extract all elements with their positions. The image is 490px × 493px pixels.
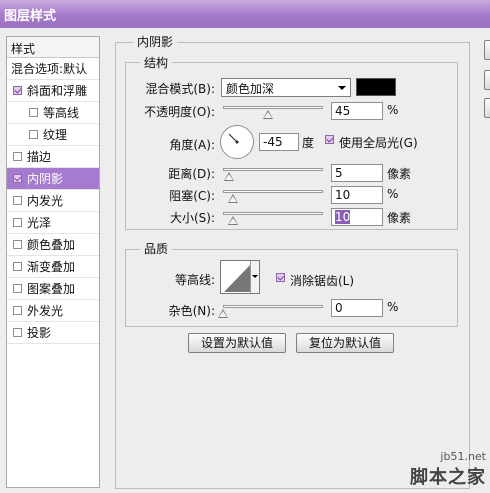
size-unit: 像素 <box>387 211 412 225</box>
noise-unit: % <box>387 300 399 314</box>
style-item[interactable]: 投影 <box>7 322 99 344</box>
chevron-down-icon <box>338 86 346 90</box>
contour-curve-icon <box>224 263 252 292</box>
choke-slider-thumb[interactable] <box>228 194 238 203</box>
opacity-label: 不透明度(O): <box>144 105 215 119</box>
choke-input[interactable]: 10 <box>331 186 383 204</box>
contour-label: 等高线: <box>174 273 215 287</box>
distance-label: 距离(D): <box>168 167 215 181</box>
style-item-label: 描边 <box>27 150 52 164</box>
blend-mode-select[interactable]: 颜色加深 <box>221 78 351 97</box>
style-item-checkbox[interactable] <box>13 284 22 293</box>
noise-label: 杂色(N): <box>168 304 215 318</box>
distance-slider-track[interactable] <box>223 168 323 171</box>
size-slider-track[interactable] <box>223 212 323 215</box>
style-item-checkbox[interactable] <box>13 306 22 315</box>
style-item-label: 等高线 <box>43 106 80 120</box>
size-value-selected: 10 <box>335 210 351 224</box>
size-input[interactable]: 10 <box>331 208 383 226</box>
cancel-button-partial[interactable] <box>484 70 490 90</box>
choke-unit: % <box>387 187 399 201</box>
style-item[interactable]: 渐变叠加 <box>7 256 99 278</box>
style-item-checkbox[interactable] <box>13 174 22 183</box>
dialog-title-bar[interactable]: 图层样式 <box>0 0 490 28</box>
style-item-label: 内阴影 <box>27 172 64 186</box>
style-item-label: 斜面和浮雕 <box>27 84 88 98</box>
style-item-checkbox[interactable] <box>29 108 38 117</box>
style-item-checkbox[interactable] <box>13 152 22 161</box>
distance-slider-thumb[interactable] <box>224 172 234 181</box>
style-item[interactable]: 内发光 <box>7 190 99 212</box>
noise-input[interactable]: 0 <box>331 299 383 317</box>
contour-dropdown-chevron-icon[interactable] <box>250 261 259 293</box>
quality-title: 品质 <box>140 240 173 257</box>
inner-shadow-title: 内阴影 <box>133 33 178 50</box>
angle-unit: 度 <box>302 136 315 150</box>
style-item[interactable]: 纹理 <box>7 124 99 146</box>
noise-slider-thumb[interactable] <box>218 309 228 318</box>
global-light-checkbox[interactable] <box>325 135 334 144</box>
style-items-list: 斜面和浮雕等高线纹理描边内阴影内发光光泽颜色叠加渐变叠加图案叠加外发光投影 <box>7 80 99 344</box>
size-slider-thumb[interactable] <box>228 216 238 225</box>
angle-indicator-icon <box>228 133 239 144</box>
style-item-label: 颜色叠加 <box>27 238 76 252</box>
anti-alias-label: 消除锯齿(L) <box>290 274 355 288</box>
angle-dial[interactable] <box>220 125 254 159</box>
style-item-label: 内发光 <box>27 194 64 208</box>
distance-unit: 像素 <box>387 167 412 181</box>
style-item-label: 渐变叠加 <box>27 260 76 274</box>
choke-slider-track[interactable] <box>223 190 323 193</box>
style-item-checkbox[interactable] <box>13 196 22 205</box>
style-item[interactable]: 光泽 <box>7 212 99 234</box>
watermark-site: 脚本之家 <box>410 467 486 488</box>
anti-alias-checkbox[interactable] <box>276 273 285 282</box>
style-item[interactable]: 描边 <box>7 146 99 168</box>
opacity-slider-track[interactable] <box>223 106 323 109</box>
shadow-color-swatch[interactable] <box>356 78 396 96</box>
style-item-label: 外发光 <box>27 304 64 318</box>
dialog-title: 图层样式 <box>4 9 57 24</box>
style-item-label: 光泽 <box>27 216 52 230</box>
blend-options-item[interactable]: 混合选项:默认 <box>7 58 99 80</box>
contour-preview[interactable] <box>220 260 260 294</box>
choke-label: 阻塞(C): <box>169 189 215 203</box>
size-label: 大小(S): <box>169 211 215 225</box>
style-item-checkbox[interactable] <box>29 130 38 139</box>
noise-slider-track[interactable] <box>223 305 323 308</box>
angle-label: 角度(A): <box>169 138 215 152</box>
style-item[interactable]: 斜面和浮雕 <box>7 80 99 102</box>
blend-options-label: 混合选项:默认 <box>11 62 88 76</box>
style-item-checkbox[interactable] <box>13 328 22 337</box>
watermark: jb51.net 脚本之家 <box>410 450 486 489</box>
style-item-label: 投影 <box>27 326 52 340</box>
style-item-checkbox[interactable] <box>13 262 22 271</box>
blend-mode-label: 混合模式(B): <box>145 82 215 96</box>
style-item[interactable]: 颜色叠加 <box>7 234 99 256</box>
new-style-button-partial[interactable] <box>484 98 490 118</box>
styles-list-panel: 样式 混合选项:默认 斜面和浮雕等高线纹理描边内阴影内发光光泽颜色叠加渐变叠加图… <box>6 36 100 488</box>
style-item[interactable]: 图案叠加 <box>7 278 99 300</box>
opacity-unit: % <box>387 103 399 117</box>
opacity-slider-thumb[interactable] <box>263 110 273 119</box>
structure-title: 结构 <box>140 54 173 71</box>
distance-input[interactable]: 5 <box>331 164 383 182</box>
style-item-checkbox[interactable] <box>13 218 22 227</box>
styles-header[interactable]: 样式 <box>7 37 99 58</box>
style-item[interactable]: 内阴影 <box>7 168 99 190</box>
style-item-checkbox[interactable] <box>13 86 22 95</box>
blend-mode-value: 颜色加深 <box>226 82 275 96</box>
style-item[interactable]: 等高线 <box>7 102 99 124</box>
style-item-label: 图案叠加 <box>27 282 76 296</box>
style-item-label: 纹理 <box>43 128 68 142</box>
opacity-input[interactable]: 45 <box>331 102 383 120</box>
global-light-label: 使用全局光(G) <box>339 136 418 150</box>
set-default-button[interactable]: 设置为默认值 <box>188 333 286 353</box>
watermark-url: jb51.net <box>440 450 486 463</box>
reset-default-button[interactable]: 复位为默认值 <box>296 333 394 353</box>
style-item-checkbox[interactable] <box>13 240 22 249</box>
angle-input[interactable]: -45 <box>259 133 299 151</box>
ok-button-partial[interactable] <box>484 40 490 60</box>
style-item[interactable]: 外发光 <box>7 300 99 322</box>
